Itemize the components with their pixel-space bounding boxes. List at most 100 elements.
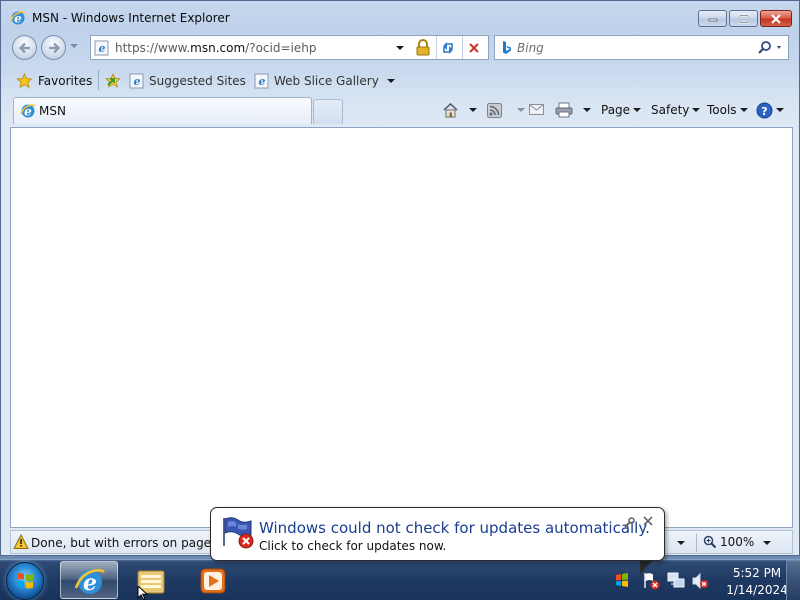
web-slice-gallery-label: Web Slice Gallery xyxy=(274,73,379,88)
favorites-separator xyxy=(98,70,99,90)
maximize-button[interactable] xyxy=(729,10,758,27)
help-button[interactable]: ? xyxy=(756,99,784,121)
zoom-level: 100% xyxy=(720,535,755,549)
web-slice-gallery-link[interactable]: e Web Slice Gallery xyxy=(254,69,395,92)
system-tray: 5:52 PM 1/14/2024 xyxy=(605,560,800,600)
suggested-sites-label: Suggested Sites xyxy=(149,73,246,88)
ie-page-icon: e xyxy=(254,73,269,88)
clock-time[interactable]: 5:52 PM xyxy=(721,566,793,580)
recent-pages-dropdown[interactable] xyxy=(70,44,78,48)
search-input[interactable] xyxy=(517,39,737,57)
ie-icon: e xyxy=(20,104,36,119)
forward-arrow-icon xyxy=(48,42,60,53)
stop-icon[interactable] xyxy=(467,41,481,55)
svg-text:e: e xyxy=(99,42,106,55)
mouse-cursor-icon xyxy=(137,586,149,600)
tab-bar: e MSN Page Safety Tools ? xyxy=(1,97,799,125)
status-separator xyxy=(696,534,697,552)
close-icon xyxy=(771,13,781,24)
navigation-bar: e https://www.msn.com/?ocid=iehp xyxy=(1,34,799,62)
safety-menu[interactable]: Safety xyxy=(651,99,701,121)
back-button[interactable] xyxy=(12,35,37,60)
show-desktop-button[interactable] xyxy=(786,560,800,600)
minimize-button[interactable] xyxy=(698,10,727,27)
zoom-button[interactable]: 100% xyxy=(703,535,754,549)
minimize-icon xyxy=(708,18,717,21)
zoom-icon xyxy=(703,535,717,549)
notification-body[interactable]: Click to check for updates now. xyxy=(259,539,446,553)
search-box xyxy=(494,35,789,60)
search-icon[interactable] xyxy=(757,40,785,56)
address-dropdown[interactable] xyxy=(396,46,404,50)
read-mail-button[interactable] xyxy=(529,99,545,121)
chevron-down-icon[interactable] xyxy=(583,108,591,112)
new-tab-button[interactable] xyxy=(313,99,343,124)
chevron-down-icon xyxy=(776,108,784,112)
address-separator xyxy=(436,36,437,59)
chevron-down-icon xyxy=(692,108,701,112)
taskbar: e 5:52 PM 1/14/2024 xyxy=(0,559,800,600)
ie-icon: e xyxy=(74,568,105,596)
mail-icon xyxy=(529,104,544,115)
close-icon xyxy=(643,516,653,526)
taskbar-explorer-button[interactable] xyxy=(122,561,180,599)
address-separator xyxy=(462,36,463,59)
windows-flag-error-icon xyxy=(223,517,254,549)
protected-mode-dropdown[interactable] xyxy=(677,541,685,545)
clock-date[interactable]: 1/14/2024 xyxy=(721,583,793,597)
tools-menu[interactable]: Tools xyxy=(707,99,748,121)
balloon-tail xyxy=(640,559,654,574)
ie-window: e MSN - Windows Internet Explorer e http… xyxy=(0,0,800,556)
page-menu-label: Page xyxy=(601,103,631,117)
forward-button[interactable] xyxy=(41,35,66,60)
page-menu[interactable]: Page xyxy=(601,99,642,121)
page-content[interactable] xyxy=(10,127,793,528)
favorites-label: Favorites xyxy=(38,73,93,88)
chevron-down-icon[interactable] xyxy=(517,108,525,112)
notification-close-button[interactable] xyxy=(643,516,653,529)
action-center-alert-icon[interactable] xyxy=(643,572,661,590)
taskbar-media-player-button[interactable] xyxy=(184,561,242,599)
tab-label: MSN xyxy=(39,104,66,118)
window-title: MSN - Windows Internet Explorer xyxy=(32,11,230,25)
update-notification-balloon[interactable]: Windows could not check for updates auto… xyxy=(210,507,665,561)
chevron-down-icon[interactable] xyxy=(469,108,477,112)
address-url[interactable]: https://www.msn.com/?ocid=iehp xyxy=(115,41,316,55)
close-button[interactable] xyxy=(760,10,792,27)
media-player-icon xyxy=(200,568,226,594)
address-bar[interactable]: e https://www.msn.com/?ocid=iehp xyxy=(90,35,489,60)
restore-icon xyxy=(738,14,749,23)
favorites-button[interactable]: Favorites xyxy=(12,69,96,92)
print-button[interactable] xyxy=(555,99,591,121)
tools-menu-label: Tools xyxy=(707,103,737,117)
print-icon xyxy=(555,102,573,118)
start-button[interactable] xyxy=(6,562,44,600)
add-to-favorites-bar-button[interactable] xyxy=(105,69,123,92)
zoom-dropdown[interactable] xyxy=(763,541,771,545)
favorites-bar: Favorites e Suggested Sites e Web Slice … xyxy=(1,66,799,95)
network-icon[interactable] xyxy=(667,572,685,590)
home-icon xyxy=(443,102,458,118)
taskbar-ie-button[interactable]: e xyxy=(60,561,118,599)
windows-update-icon[interactable] xyxy=(614,572,630,588)
volume-muted-icon[interactable] xyxy=(691,572,709,590)
back-arrow-icon xyxy=(18,42,30,53)
bing-icon xyxy=(503,41,511,54)
wrench-icon[interactable] xyxy=(623,517,635,529)
warning-icon[interactable] xyxy=(13,534,29,550)
lock-icon[interactable] xyxy=(415,39,431,56)
notification-title[interactable]: Windows could not check for updates auto… xyxy=(259,519,650,537)
add-favorite-star-icon xyxy=(105,72,121,88)
help-icon: ? xyxy=(756,102,773,118)
tab-msn[interactable]: e MSN xyxy=(13,97,312,124)
title-bar[interactable]: e MSN - Windows Internet Explorer xyxy=(1,1,799,35)
feeds-button[interactable] xyxy=(487,99,525,121)
ie-page-icon: e xyxy=(129,73,144,88)
suggested-sites-link[interactable]: e Suggested Sites xyxy=(129,69,262,92)
home-button[interactable] xyxy=(442,99,477,121)
windows-logo-icon xyxy=(17,573,33,589)
svg-text:?: ? xyxy=(761,105,767,118)
url-path: /?ocid=iehp xyxy=(245,41,317,55)
ie-icon: e xyxy=(10,11,26,26)
refresh-icon[interactable] xyxy=(440,40,456,56)
